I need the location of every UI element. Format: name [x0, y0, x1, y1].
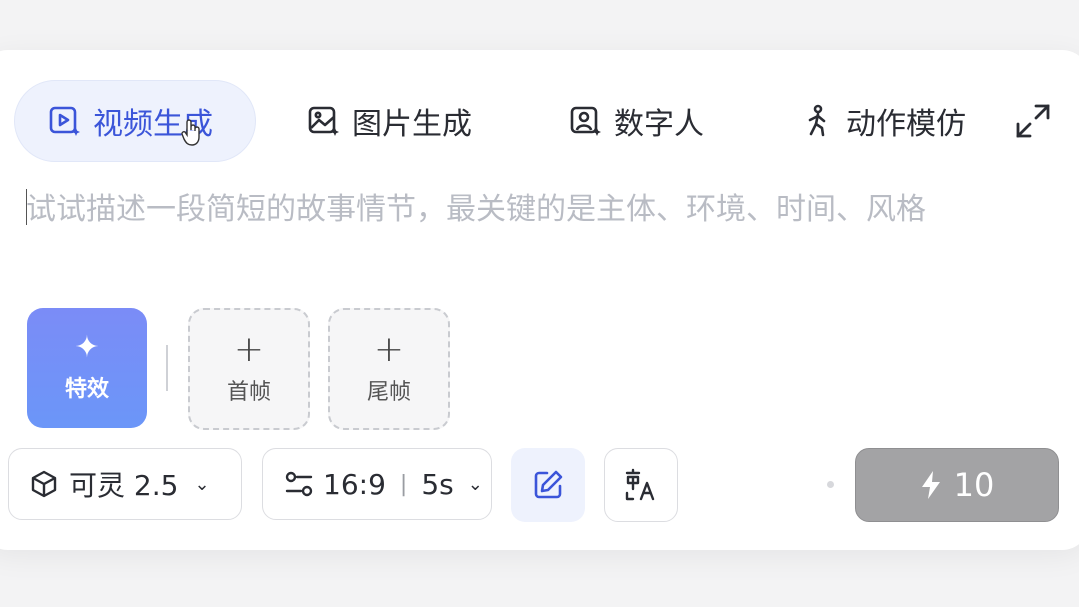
effects-label: 特效 [64, 377, 109, 402]
generate-cost: 10 [953, 466, 995, 504]
generate-button[interactable]: 10 [855, 448, 1059, 522]
tab-video-generation[interactable]: 视频生成 [14, 80, 256, 162]
last-frame-upload[interactable]: + 尾帧 [328, 308, 450, 430]
mouse-pointer-icon [181, 119, 200, 146]
image-spark-icon [308, 106, 339, 136]
last-frame-label: 尾帧 [366, 380, 411, 405]
divider [166, 345, 168, 391]
sparkle-icon: ✦ [74, 330, 100, 365]
prompt-edit-button[interactable] [511, 448, 585, 522]
aspect-duration-select[interactable]: 16:9 | 5s ⌄ [262, 448, 492, 520]
first-frame-upload[interactable]: + 首帧 [188, 308, 310, 430]
duration-value: 5s [421, 467, 454, 501]
status-dot [827, 481, 834, 488]
prompt-input[interactable] [26, 186, 1066, 232]
chevron-down-icon: ⌄ [467, 473, 483, 495]
first-frame-label: 首帧 [226, 380, 271, 405]
translate-icon [625, 468, 655, 501]
translate-button[interactable] [604, 448, 678, 522]
expand-icon[interactable] [1014, 102, 1052, 140]
tab-label: 图片生成 [352, 107, 472, 142]
edit-pencil-icon [534, 470, 563, 499]
tab-motion-imitation[interactable]: 动作模仿 [800, 80, 966, 162]
model-label: 可灵 2.5 [69, 469, 179, 502]
effects-button[interactable]: ✦ 特效 [27, 308, 147, 428]
value-separator: | [399, 471, 408, 497]
cube-icon [31, 470, 57, 498]
tab-label: 动作模仿 [846, 107, 966, 142]
plus-icon: + [373, 329, 405, 370]
tab-image-generation[interactable]: 图片生成 [306, 80, 472, 162]
tab-digital-human[interactable]: 数字人 [568, 80, 704, 162]
model-select[interactable]: 可灵 2.5 ⌄ [8, 448, 242, 520]
settings-sliders-icon [285, 471, 313, 497]
avatar-spark-icon [570, 106, 601, 136]
aspect-ratio-value: 16:9 [323, 467, 386, 501]
text-caret [26, 189, 27, 225]
lightning-icon [921, 471, 940, 499]
chevron-down-icon: ⌄ [194, 473, 210, 495]
running-person-icon [808, 104, 826, 137]
tab-label: 数字人 [614, 107, 704, 142]
mode-tabs: 视频生成 图片生成 数字人 动作模仿 [14, 80, 1074, 164]
video-spark-icon [49, 106, 80, 136]
plus-icon: + [233, 329, 265, 370]
